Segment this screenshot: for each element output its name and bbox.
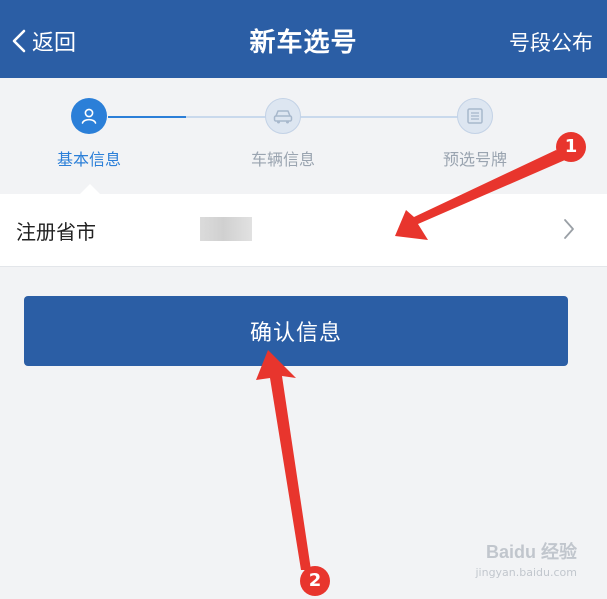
person-icon (71, 98, 107, 134)
step-basic-info: 基本信息 (29, 98, 149, 170)
step-vehicle-info: 车辆信息 (223, 98, 343, 170)
top-nav-bar: 返回 新车选号 号段公布 (0, 0, 607, 78)
annotation-badge-1: 1 (556, 132, 586, 162)
register-region-label: 注册省市 (16, 220, 96, 244)
register-region-row[interactable]: 注册省市 (0, 194, 607, 267)
arrow-to-confirm-button (256, 350, 311, 570)
step-label: 预选号牌 (442, 150, 507, 169)
watermark-logo: Baidu 经验 (485, 542, 577, 562)
app-screen: 返回 新车选号 号段公布 基本信息 车辆信息 预选号牌 注册省市 确认信息 1 … (0, 0, 607, 599)
step-label: 基本信息 (56, 150, 121, 169)
step-label: 车辆信息 (250, 150, 315, 169)
chevron-right-icon (563, 218, 575, 244)
annotation-badge-2: 2 (300, 566, 330, 596)
plate-icon (457, 98, 493, 134)
watermark-url: jingyan.baidu.com (475, 566, 577, 579)
confirm-info-button[interactable]: 确认信息 (24, 296, 568, 366)
progress-stepper: 基本信息 车辆信息 预选号牌 (0, 78, 607, 190)
baidu-jingyan-watermark: Baidu 经验 jingyan.baidu.com (475, 538, 577, 579)
active-step-pointer (80, 184, 100, 194)
car-icon (265, 98, 301, 134)
number-segment-link[interactable]: 号段公布 (509, 27, 593, 57)
step-preselect-plate: 预选号牌 (415, 98, 535, 170)
blurred-region-value (200, 217, 252, 241)
